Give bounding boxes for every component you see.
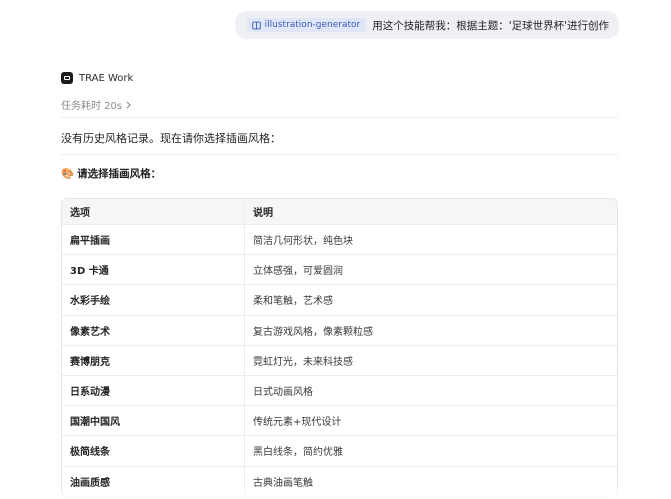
description-cell: 复古游戏风格，像素颗粒感 (253, 326, 373, 338)
description-cell: 简洁几何形状，纯色块 (253, 236, 353, 248)
agent-header: TRAE Work (61, 72, 133, 84)
palette-icon: 🎨 (61, 168, 75, 180)
option-cell: 极简线条 (62, 436, 245, 466)
task-time-toggle[interactable]: 任务耗时 20s (61, 97, 132, 112)
table-row: 扁平插画 简洁几何形状，纯色块 (62, 224, 617, 255)
table-header-option: 选项 (62, 199, 245, 224)
section-title: 🎨 请选择插画风格： (61, 166, 161, 181)
section-title-text: 请选择插画风格： (77, 168, 162, 180)
chevron-right-icon (126, 101, 131, 108)
description-cell: 日式动画风格 (253, 387, 313, 399)
user-message-text: 用这个技能帮我：根据主题：'足球世界杯'进行创作 (372, 19, 609, 32)
user-message-bubble: illustration-generator 用这个技能帮我：根据主题：'足球世… (234, 11, 619, 39)
option-cell: 水彩手绘 (62, 285, 245, 315)
divider (61, 154, 618, 155)
style-options-table: 选项 说明 扁平插画 简洁几何形状，纯色块 3D 卡通 立体感强，可爱圆润 水彩… (61, 198, 618, 497)
description-cell: 黑白线条，简约优雅 (253, 447, 343, 459)
table-row: 像素艺术 复古游戏风格，像素颗粒感 (62, 314, 617, 345)
scroll-fade (0, 487, 671, 499)
option-cell: 扁平插画 (62, 225, 245, 255)
table-row: 国潮中国风 传统元素+现代设计 (62, 405, 617, 436)
table-header-description: 说明 (253, 208, 273, 219)
response-intro: 没有历史风格记录。现在请你选择插画风格： (61, 132, 281, 145)
agent-name: TRAE Work (79, 72, 134, 84)
task-time-label: 任务耗时 20s (61, 101, 123, 112)
option-cell: 国潮中国风 (62, 406, 245, 436)
table-row: 水彩手绘 柔和笔触，艺术感 (62, 284, 617, 315)
table-row: 极简线条 黑白线条，简约优雅 (62, 435, 617, 466)
table-row: 3D 卡通 立体感强，可爱圆润 (62, 254, 617, 285)
table-row: 赛博朋克 霓虹灯光，未来科技感 (62, 344, 617, 375)
description-cell: 传统元素+现代设计 (253, 417, 342, 429)
description-cell: 立体感强，可爱圆润 (253, 266, 343, 278)
skill-chip[interactable]: illustration-generator (246, 18, 367, 32)
option-cell: 像素艺术 (62, 315, 245, 345)
option-cell: 赛博朋克 (62, 345, 245, 375)
option-cell: 3D 卡通 (62, 255, 245, 285)
table-row: 日系动漫 日式动画风格 (62, 374, 617, 406)
table-header-row: 选项 说明 (62, 199, 617, 224)
book-icon (251, 21, 261, 29)
trae-logo-icon (61, 72, 73, 84)
description-cell: 霓虹灯光，未来科技感 (253, 356, 353, 368)
divider (61, 117, 618, 118)
option-cell: 日系动漫 (62, 375, 245, 406)
description-cell: 柔和笔触，艺术感 (253, 296, 333, 308)
skill-chip-label: illustration-generator (264, 20, 361, 30)
